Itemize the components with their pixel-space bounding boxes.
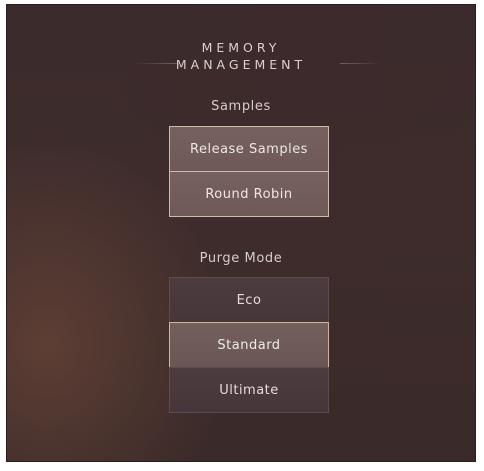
release-samples-button[interactable]: Release Samples bbox=[169, 126, 329, 172]
purge-mode-standard-button[interactable]: Standard bbox=[169, 322, 329, 368]
purge-mode-eco-button[interactable]: Eco bbox=[169, 277, 329, 323]
title-line-1: MEMORY bbox=[201, 40, 281, 55]
purge-mode-button-group: Eco Standard Ultimate bbox=[169, 277, 329, 413]
panel-title: MEMORY MANAGEMENT bbox=[7, 39, 475, 73]
memory-management-panel: MEMORY MANAGEMENT Samples Release Sample… bbox=[6, 4, 476, 462]
samples-label: Samples bbox=[211, 99, 271, 114]
purge-mode-ultimate-button[interactable]: Ultimate bbox=[169, 367, 329, 413]
purge-mode-label: Purge Mode bbox=[199, 251, 283, 266]
samples-button-group: Release Samples Round Robin bbox=[169, 126, 329, 217]
round-robin-button[interactable]: Round Robin bbox=[169, 171, 329, 217]
title-line-2: MANAGEMENT bbox=[175, 57, 307, 72]
